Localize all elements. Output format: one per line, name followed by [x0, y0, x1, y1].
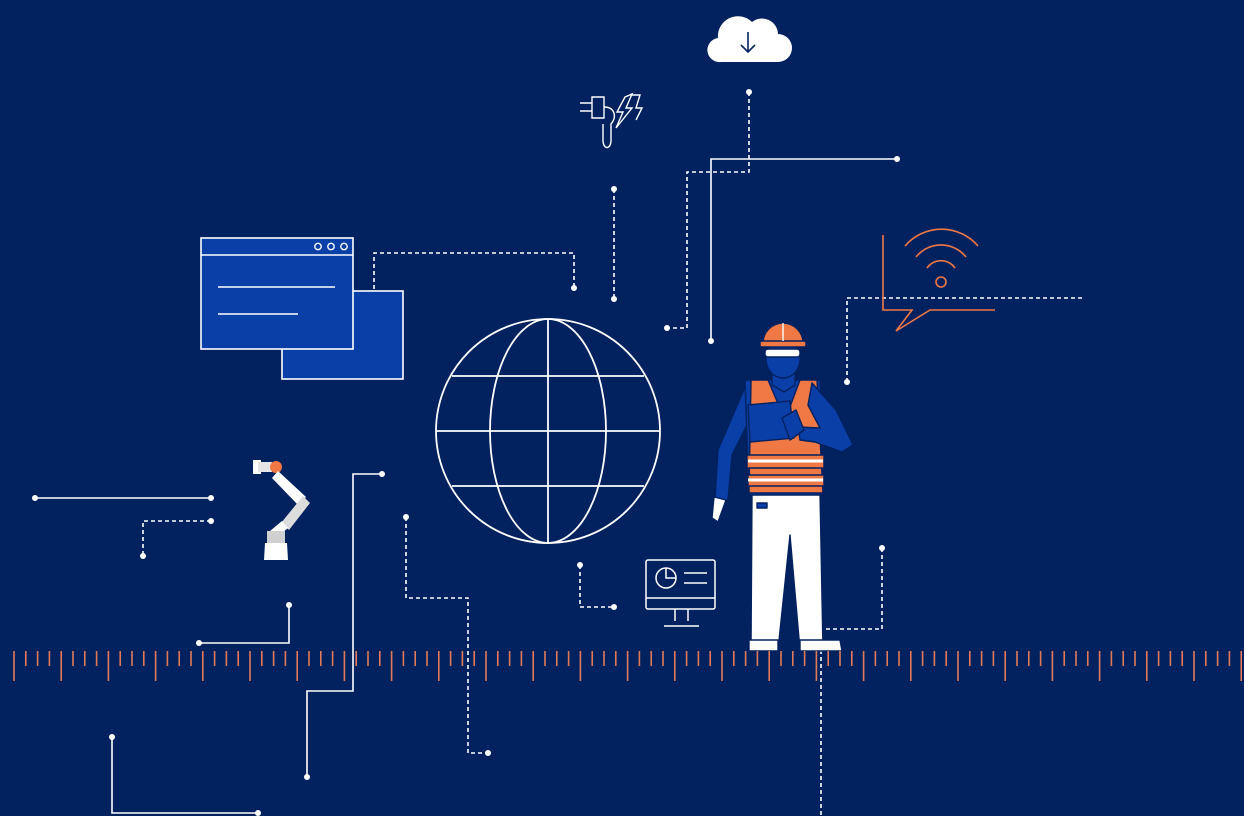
connector-center-solid — [306, 473, 382, 777]
connector-top-right — [710, 158, 897, 341]
browser-window-icon — [200, 237, 404, 380]
connector-center-dashed — [405, 517, 488, 754]
connector-left-dashed — [142, 520, 211, 556]
wifi-speech-bubble-icon — [882, 228, 995, 332]
cloud-download-icon — [707, 16, 792, 63]
globe-icon — [435, 318, 661, 544]
plug-lightning-icon — [580, 92, 644, 149]
measurement-ruler — [13, 651, 1242, 681]
illustration-canvas — [13, 16, 1242, 816]
illustration-scene — [0, 0, 1244, 816]
connector-window — [373, 252, 575, 338]
connector-cloud — [667, 92, 750, 329]
robot-arm-icon — [253, 460, 310, 560]
connector-lines — [35, 92, 1084, 816]
connector-robot — [199, 605, 290, 644]
worker-with-tablet-illustration — [711, 322, 854, 652]
connector-monitor — [579, 565, 614, 608]
dashboard-monitor-icon — [645, 559, 716, 627]
connector-bottom-left — [111, 737, 258, 814]
connector-worker-right — [822, 548, 883, 630]
